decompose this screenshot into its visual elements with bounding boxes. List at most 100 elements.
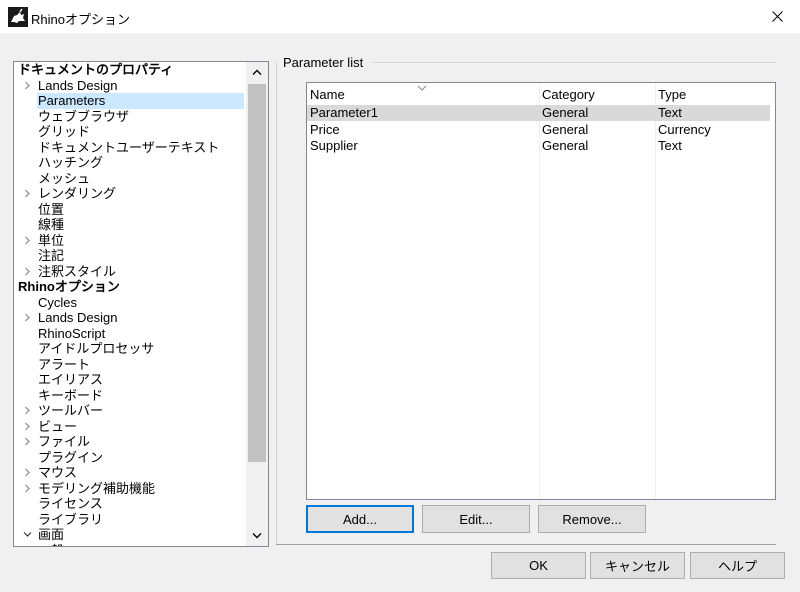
table-row[interactable]: Parameter1 General Text (307, 105, 770, 121)
tree-item[interactable]: マウス (14, 465, 246, 481)
tree-item-label: 位置 (38, 201, 65, 217)
chevron-right-icon[interactable] (22, 310, 32, 325)
chevron-right-icon[interactable] (22, 419, 32, 434)
tree-item[interactable]: アラート (14, 357, 246, 373)
tree-item[interactable]: ツールバー (14, 403, 246, 419)
tree-item[interactable]: 単位 (14, 233, 246, 249)
tree-item[interactable]: 画面 (14, 527, 246, 543)
tree-item-label: ファイル (38, 434, 91, 449)
tree-item[interactable]: キーボード (14, 388, 246, 404)
column-header-category[interactable]: Category (539, 83, 655, 105)
close-button[interactable] (754, 0, 800, 33)
tree-item[interactable]: レンダリング (14, 186, 246, 202)
tree-item[interactable]: Cycles (14, 295, 246, 311)
tree-item[interactable]: ビュー (14, 419, 246, 435)
tree-item[interactable]: 一般 (14, 543, 246, 547)
tree-item-label: ハッチング (38, 155, 104, 170)
tree-item-label: レンダリング (38, 186, 117, 201)
table-row[interactable]: Price General Currency (307, 122, 770, 138)
chevron-right-icon[interactable] (22, 264, 32, 279)
tree-item-label: プラグイン (38, 449, 104, 465)
tree-item-label: 単位 (38, 232, 65, 248)
sort-descending-icon (417, 85, 427, 91)
chevron-right-icon[interactable] (22, 78, 32, 93)
tree-item-label: ライブラリ (38, 511, 104, 527)
cell-name: Price (310, 121, 340, 137)
tree-item[interactable]: Lands Design (14, 78, 246, 94)
tree-item-label: 注釈スタイル (38, 263, 117, 279)
tree-item-label: ウェブブラウザ (38, 108, 130, 124)
tree-item[interactable]: プラグイン (14, 450, 246, 466)
tree-item[interactable]: 位置 (14, 202, 246, 218)
tree-item[interactable]: アイドルプロセッサ (14, 341, 246, 357)
options-tree-list: ドキュメントのプロパティ Lands Design Parameters ウェブブラウ… (14, 62, 246, 547)
tree-item-label: キーボード (38, 387, 104, 403)
scroll-thumb[interactable] (248, 84, 266, 462)
cell-type: Text (658, 138, 682, 153)
tree-item[interactable]: Lands Design (14, 310, 246, 326)
tree-item[interactable]: ハッチング (14, 155, 246, 171)
cancel-button[interactable]: キャンセル (590, 552, 685, 579)
chevron-down-icon[interactable] (22, 527, 32, 542)
column-header-type[interactable]: Type (655, 83, 775, 105)
tree-item-label: モデリング補助機能 (38, 480, 156, 496)
tree-item-label: アイドルプロセッサ (38, 341, 155, 356)
list-header: Name Category Type (307, 83, 775, 105)
chevron-right-icon[interactable] (22, 233, 32, 248)
tree-category[interactable]: ドキュメントのプロパティ (14, 62, 246, 78)
ok-button[interactable]: OK (491, 552, 586, 579)
options-tree[interactable]: ドキュメントのプロパティ Lands Design Parameters ウェブブラウ… (13, 61, 269, 547)
tree-item-label: Lands Design (38, 310, 118, 325)
parameter-list-label: Parameter list (283, 55, 368, 70)
tree-item[interactable]: エイリアス (14, 372, 246, 388)
help-button[interactable]: ヘルプ (690, 552, 785, 579)
cell-name: Parameter1 (310, 105, 378, 120)
tree-item[interactable]: RhinoScript (14, 326, 246, 342)
add-button[interactable]: Add... (306, 505, 414, 533)
window-title: Rhinoオプション (31, 12, 130, 27)
tree-item-label: 線種 (38, 217, 65, 232)
tree-item[interactable]: Parameters (14, 93, 246, 109)
tree-item-label: アラート (38, 356, 91, 372)
tree-scrollbar[interactable] (246, 62, 268, 546)
tree-item-label: RhinoScript (38, 325, 106, 341)
tree-item-label: 注記 (38, 248, 65, 263)
chevron-right-icon[interactable] (22, 186, 32, 201)
scroll-down-button[interactable] (246, 526, 268, 546)
edit-button[interactable]: Edit... (422, 505, 530, 533)
tree-item[interactable]: ライセンス (14, 496, 246, 512)
chevron-right-icon[interactable] (22, 434, 32, 449)
tree-item[interactable]: ドキュメントユーザーテキスト (14, 140, 246, 156)
tree-item[interactable]: ライブラリ (14, 512, 246, 528)
chevron-right-icon[interactable] (22, 481, 32, 496)
cell-name: Supplier (310, 138, 358, 153)
tree-item[interactable]: グリッド (14, 124, 246, 140)
tree-item[interactable]: 注釈スタイル (14, 264, 246, 280)
group-border-left (276, 62, 277, 544)
tree-item[interactable]: モデリング補助機能 (14, 481, 246, 497)
tree-item-label: グリッド (38, 124, 91, 139)
tree-item[interactable]: ファイル (14, 434, 246, 450)
tree-item-label: 画面 (38, 527, 65, 542)
tree-item-label: ドキュメントユーザーテキスト (38, 139, 220, 155)
tree-item[interactable]: 注記 (14, 248, 246, 264)
parameter-list[interactable]: Name Category Type Parameter1 General Text… (306, 82, 776, 500)
tree-item-label: メッシュ (38, 170, 91, 186)
tree-category[interactable]: Rhinoオプション (14, 279, 246, 295)
tree-item[interactable]: メッシュ (14, 171, 246, 187)
tree-item-label: ドキュメントのプロパティ (18, 62, 174, 77)
chevron-right-icon[interactable] (22, 403, 32, 418)
tree-item[interactable]: ウェブブラウザ (14, 109, 246, 125)
footer-separator (276, 544, 776, 545)
scroll-up-button[interactable] (246, 62, 268, 82)
tree-item-label: ツールバー (38, 403, 104, 418)
tree-item-label: ビュー (38, 418, 78, 434)
group-border-top (372, 62, 776, 63)
tree-item[interactable]: 線種 (14, 217, 246, 233)
cell-type: Text (658, 105, 682, 120)
remove-button[interactable]: Remove... (538, 505, 646, 533)
cell-category: General (542, 105, 589, 120)
table-row[interactable]: Supplier General Text (307, 138, 770, 154)
chevron-right-icon[interactable] (22, 465, 32, 480)
chevron-down-icon (252, 533, 262, 539)
